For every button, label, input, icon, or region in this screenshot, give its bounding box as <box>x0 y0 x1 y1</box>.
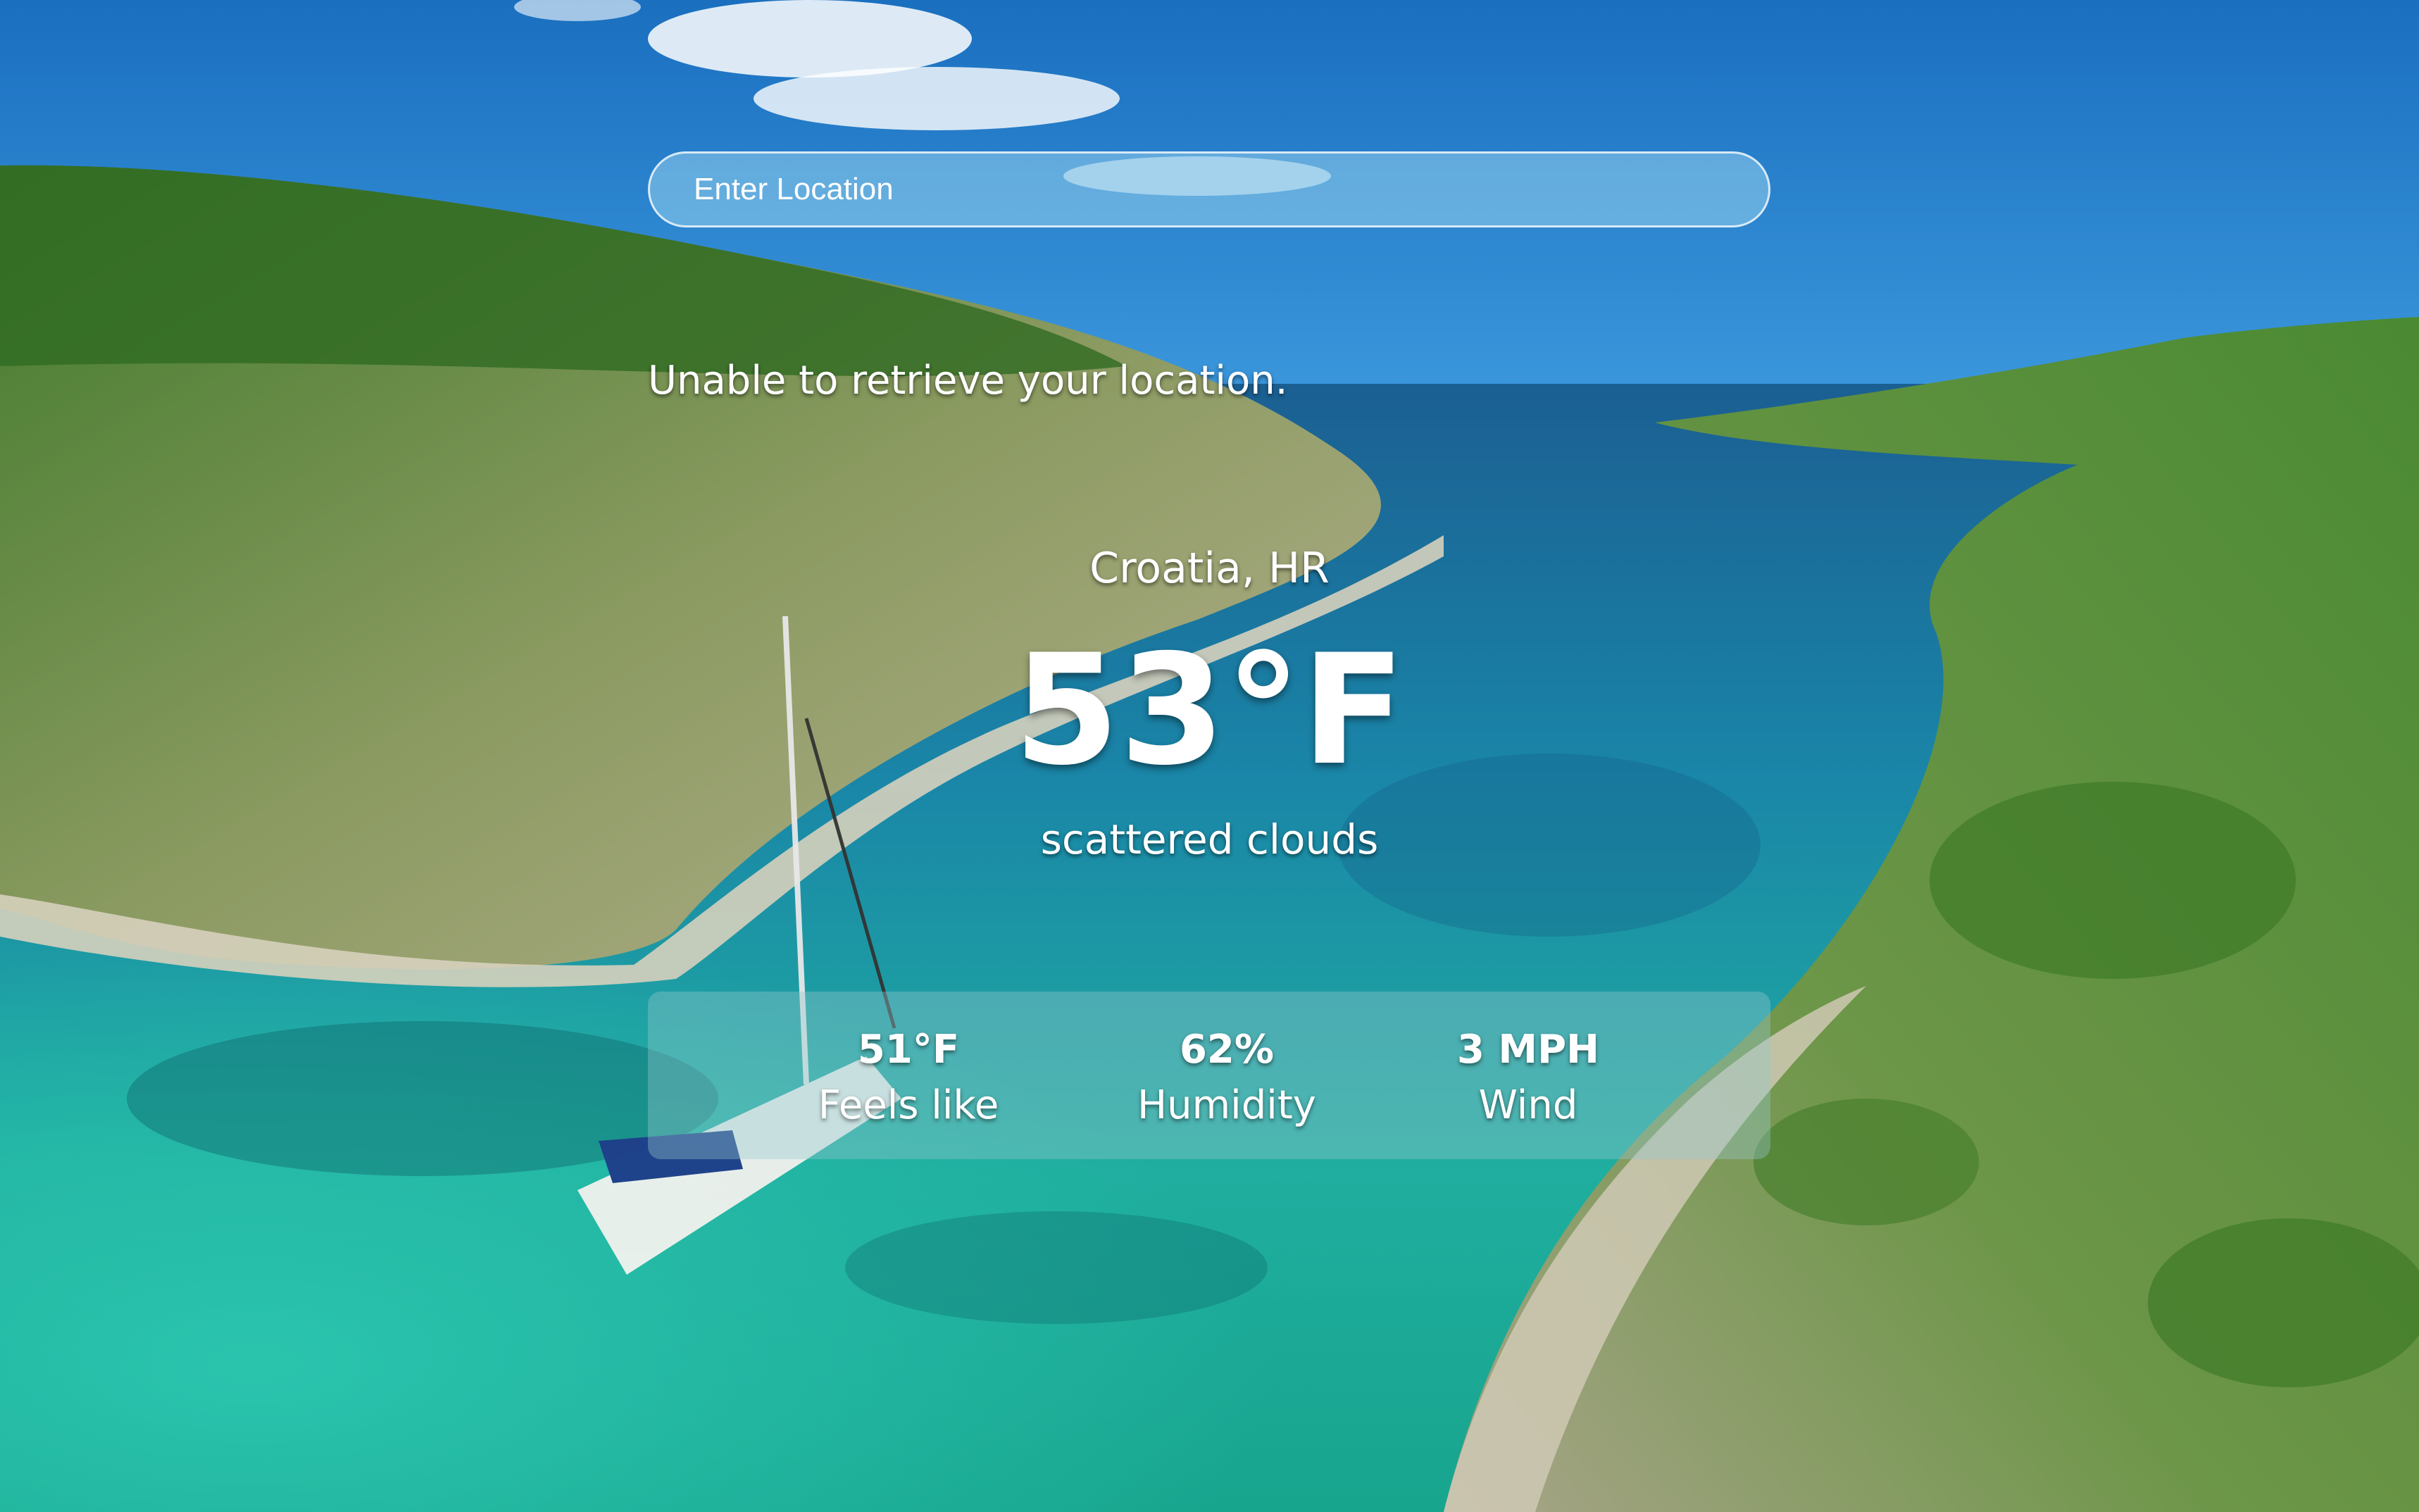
stat-humidity: 62% Humidity <box>1086 1023 1368 1134</box>
location-search-bar[interactable] <box>648 151 1770 227</box>
stat-wind: 3 MPH Wind <box>1387 1023 1669 1134</box>
stat-label: Feels like <box>818 1082 999 1128</box>
weather-app: Unable to retrieve your location. Croati… <box>0 0 2419 1512</box>
stat-label: Wind <box>1478 1082 1578 1128</box>
location-error-message: Unable to retrieve your location. <box>648 358 1288 404</box>
weather-stats-panel: 51°F Feels like 62% Humidity 3 MPH Wind <box>648 992 1770 1159</box>
stat-value: 51°F <box>857 1027 960 1073</box>
stat-label: Humidity <box>1137 1082 1316 1128</box>
current-temperature: 53°F <box>1013 622 1406 799</box>
stat-value: 3 MPH <box>1456 1027 1600 1073</box>
location-name: Croatia, HR <box>1089 544 1330 593</box>
location-search-input[interactable] <box>692 171 1723 208</box>
stat-value: 62% <box>1179 1027 1275 1073</box>
weather-description: scattered clouds <box>1040 816 1379 863</box>
stat-feels-like: 51°F Feels like <box>768 1023 1049 1134</box>
